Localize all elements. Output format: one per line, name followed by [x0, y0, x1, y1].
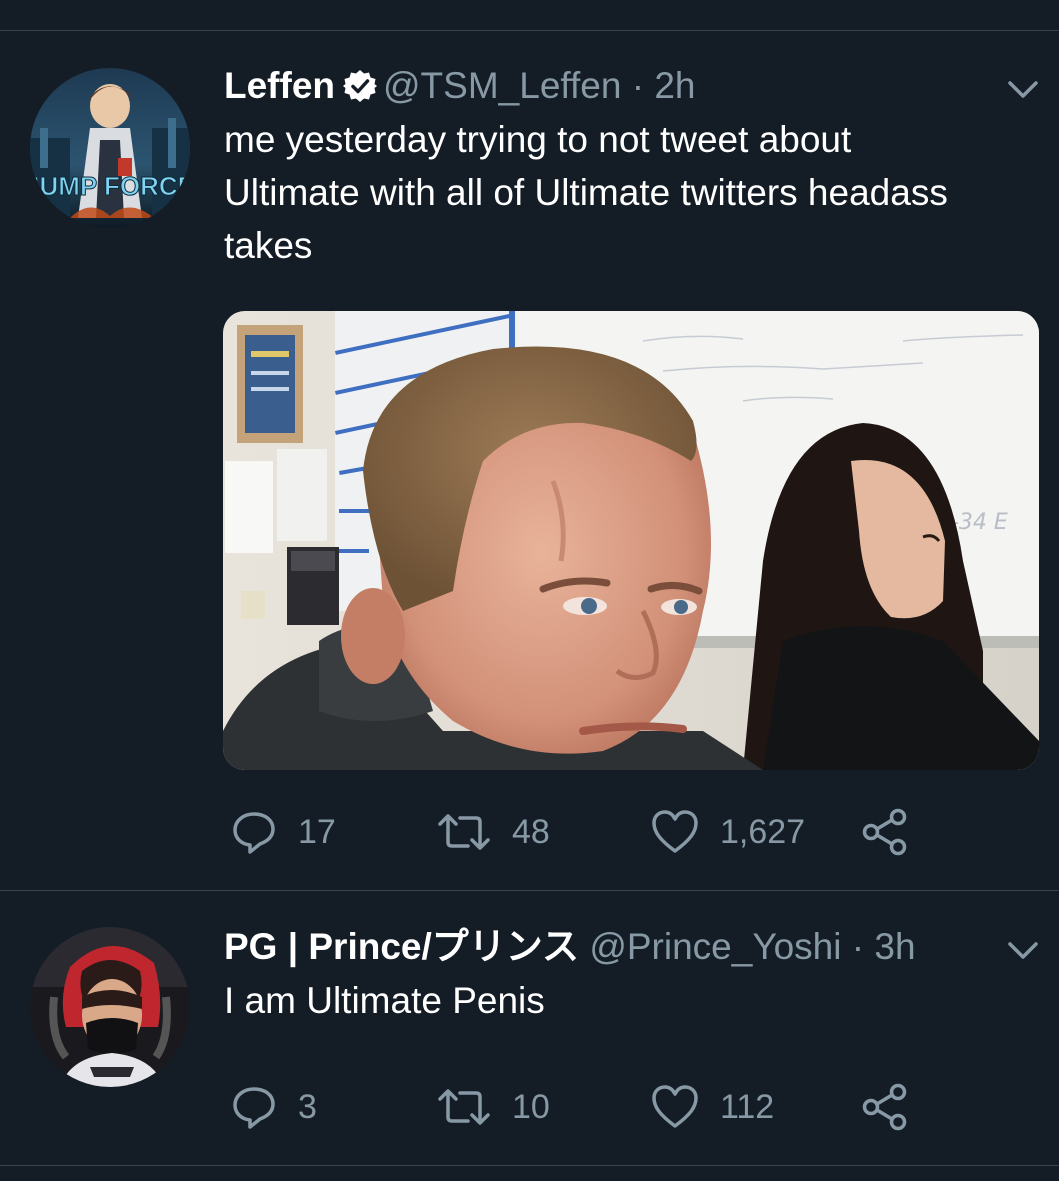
reply-icon	[230, 808, 278, 856]
tweet-time[interactable]: · 2h	[632, 65, 696, 106]
avatar-leffen-image: JUMP FORCE	[30, 68, 190, 228]
reply-button[interactable]: 3	[230, 1077, 317, 1137]
like-button[interactable]: 1,627	[650, 802, 805, 862]
share-icon	[860, 808, 910, 856]
retweet-button[interactable]: 48	[436, 802, 550, 862]
retweet-count: 10	[512, 1087, 550, 1126]
avatar-prince-yoshi[interactable]	[30, 927, 190, 1087]
tweet-text-line: takes	[224, 225, 313, 266]
tweet-prince-yoshi[interactable]: PG | Prince/プリンス @Prince_Yoshi · 3h I am…	[0, 891, 1059, 1166]
tweet-media-image: 4-34 E	[223, 311, 1039, 770]
share-icon	[860, 1083, 910, 1131]
verified-badge-icon	[343, 69, 377, 113]
tweet-actions: 17 48 1,627	[0, 802, 1059, 862]
chevron-down-icon[interactable]	[1007, 941, 1039, 966]
heart-icon	[650, 1083, 700, 1131]
author-handle[interactable]: @Prince_Yoshi	[589, 926, 841, 967]
retweet-icon	[436, 1083, 492, 1131]
retweet-button[interactable]: 10	[436, 1077, 550, 1137]
share-button[interactable]	[860, 802, 910, 862]
tweet-text: me yesterday trying to not tweet about U…	[224, 113, 1034, 272]
tweet-header: Leffen @TSM_Leffen · 2h	[224, 64, 696, 113]
author-handle[interactable]: @TSM_Leffen	[383, 65, 621, 106]
reply-count: 17	[298, 812, 336, 851]
chevron-down-icon[interactable]	[1007, 80, 1039, 105]
tweet-text-line: me yesterday trying to not tweet about	[224, 119, 852, 160]
tweet-text-line: I am Ultimate Penis	[224, 980, 545, 1021]
tweet-text-line: Ultimate with all of Ultimate twitters h…	[224, 172, 948, 213]
reply-count: 3	[298, 1087, 317, 1126]
reply-icon	[230, 1083, 278, 1131]
author-name[interactable]: Leffen	[224, 65, 335, 106]
tweet-leffen[interactable]: JUMP FORCE Leffen @TSM_Leffen · 2h me yes…	[0, 0, 1059, 890]
tweet-media-gif[interactable]: 4-34 E	[223, 311, 1039, 770]
share-button[interactable]	[860, 1077, 910, 1137]
avatar-leffen[interactable]: JUMP FORCE	[30, 68, 190, 228]
like-count: 1,627	[720, 812, 806, 851]
tweet-divider	[0, 1165, 1059, 1166]
avatar-prince-yoshi-image	[30, 927, 190, 1087]
retweet-icon	[436, 808, 492, 856]
retweet-count: 48	[512, 812, 550, 851]
heart-icon	[650, 808, 700, 856]
like-button[interactable]: 112	[650, 1077, 774, 1137]
avatar-leffen-logo: JUMP FORCE	[30, 171, 190, 201]
tweet-header: PG | Prince/プリンス @Prince_Yoshi · 3h	[224, 925, 916, 969]
like-count: 112	[720, 1087, 775, 1126]
tweet-actions: 3 10 112	[0, 1077, 1059, 1137]
reply-button[interactable]: 17	[230, 802, 336, 862]
tweet-time[interactable]: · 3h	[852, 926, 916, 967]
tweet-text: I am Ultimate Penis	[224, 974, 1034, 1027]
author-name[interactable]: PG | Prince/プリンス	[224, 926, 579, 967]
